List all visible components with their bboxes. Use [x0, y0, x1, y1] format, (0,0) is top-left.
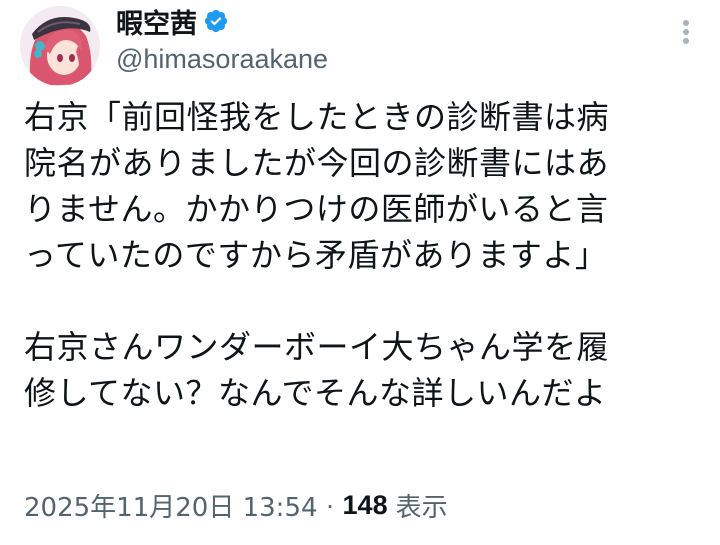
tweet-text: 右京「前回怪我をしたときの診断書は病 院名がありましたが今回の診断書にはあ りま…	[24, 94, 704, 416]
tweet-text-line: 右京さんワンダーボーイ大ちゃん学を履	[24, 328, 610, 366]
avatar-image	[20, 6, 100, 86]
tweet-text-line: っていたのですから矛盾がありますよ」	[24, 236, 608, 274]
tweet-text-line: 院名がありましたが今回の診断書にはあ	[24, 144, 610, 182]
more-vertical-icon	[683, 20, 689, 44]
more-options-button[interactable]	[672, 16, 700, 48]
display-name[interactable]: 暇空茜	[116, 2, 197, 41]
tweet-text-line: りません。かかりつけの医師がいると言	[24, 190, 609, 228]
author-handle[interactable]: @himasoraakane	[116, 44, 576, 75]
tweet-meta: 2025年11月20日 13:54 · 148 表示	[24, 485, 448, 525]
views-count: 148	[342, 489, 388, 520]
author-info: 暇空茜 @himasoraakane	[116, 2, 576, 75]
tweet: 暇空茜 @himasoraakane 右京「前回怪我をしたときの診断書は病 院名…	[0, 0, 720, 545]
meta-separator: ·	[325, 489, 335, 520]
tweet-text-line: 修してない？なんでそんな詳しいんだよ	[24, 374, 607, 412]
tweet-timestamp[interactable]: 2025年11月20日 13:54	[24, 487, 318, 524]
tweet-text-line: 右京「前回怪我をしたときの診断書は病	[24, 98, 610, 136]
display-name-row: 暇空茜	[116, 2, 576, 40]
verified-badge-icon	[203, 8, 229, 34]
views-label: 表示	[395, 492, 448, 523]
avatar[interactable]	[20, 6, 100, 86]
